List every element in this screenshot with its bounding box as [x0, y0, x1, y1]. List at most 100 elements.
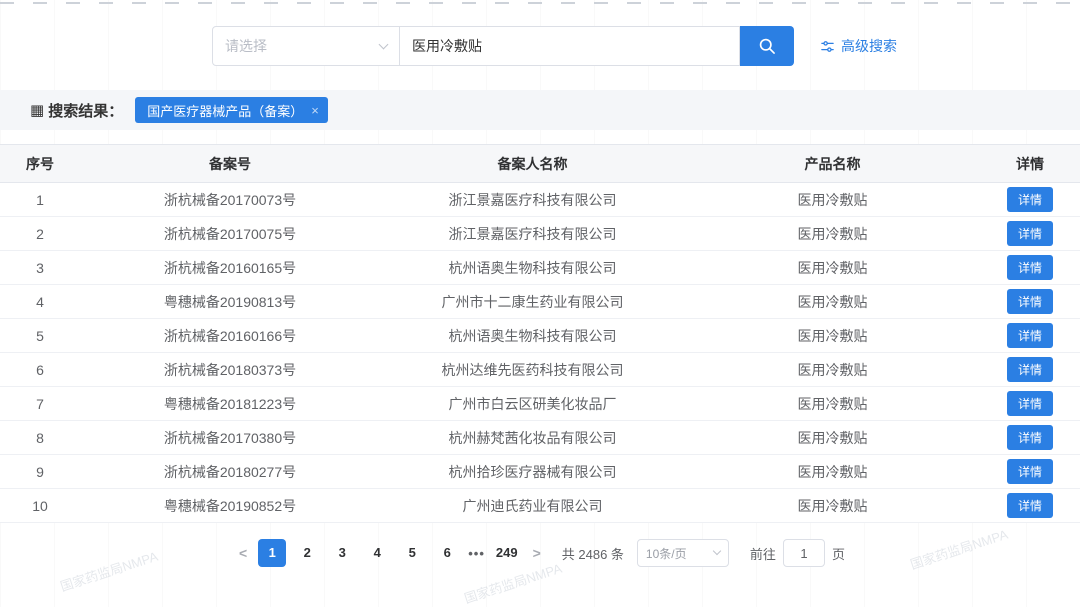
row-index: 2 — [0, 216, 80, 251]
table-row: 1 浙杭械备20170073号 浙江景嘉医疗科技有限公司 医用冷敷贴 详情 — [0, 182, 1080, 217]
row-index: 9 — [0, 454, 80, 489]
page-size-select[interactable]: 10条/页 — [636, 539, 729, 567]
detail-button[interactable]: 详情 — [1006, 459, 1053, 484]
goto-page: 前往 页 — [750, 539, 845, 567]
row-index: 5 — [0, 318, 80, 353]
record-number: 浙杭械备20180373号 — [80, 352, 380, 387]
detail-button[interactable]: 详情 — [1006, 289, 1053, 314]
category-select[interactable]: 请选择 — [212, 26, 400, 66]
detail-button[interactable]: 详情 — [1006, 357, 1053, 382]
table-header-row: 序号 备案号 备案人名称 产品名称 详情 — [0, 144, 1080, 183]
search-icon — [757, 36, 777, 56]
advanced-search-link[interactable]: 高级搜索 — [820, 36, 897, 56]
search-results-bar: ▦ 搜索结果： 国产医疗器械产品（备案） × — [0, 90, 1080, 130]
detail-button[interactable]: 详情 — [1006, 425, 1053, 450]
page-size-value: 10条/页 — [645, 546, 687, 561]
advanced-search-label: 高级搜索 — [841, 38, 897, 54]
product-name: 医用冷敷贴 — [685, 488, 980, 523]
detail-cell: 详情 — [980, 454, 1080, 489]
filter-sliders-icon — [820, 39, 835, 54]
detail-button[interactable]: 详情 — [1006, 221, 1053, 246]
row-index: 7 — [0, 386, 80, 421]
pagination-ellipsis[interactable]: ••• — [468, 546, 485, 561]
page-button-2[interactable]: 2 — [293, 539, 321, 567]
record-number: 浙杭械备20160166号 — [80, 318, 380, 353]
page-number-list: 123456 — [258, 539, 461, 567]
next-page-button[interactable]: > — [529, 545, 545, 561]
table-row: 2 浙杭械备20170075号 浙江景嘉医疗科技有限公司 医用冷敷贴 详情 — [0, 216, 1080, 251]
page-button-1[interactable]: 1 — [258, 539, 287, 567]
product-name: 医用冷敷贴 — [685, 250, 980, 285]
table-row: 8 浙杭械备20170380号 杭州赫梵茜化妆品有限公司 医用冷敷贴 详情 — [0, 420, 1080, 455]
product-name: 医用冷敷贴 — [685, 420, 980, 455]
category-select-placeholder: 请选择 — [225, 38, 267, 54]
chevron-down-icon — [712, 546, 722, 556]
goto-prefix-label: 前往 — [749, 546, 776, 562]
goto-suffix-label: 页 — [831, 546, 845, 562]
filter-tag-label: 国产医疗器械产品（备案） — [147, 103, 304, 119]
record-number: 浙杭械备20170073号 — [80, 182, 380, 217]
detail-cell: 详情 — [980, 182, 1080, 217]
detail-button[interactable]: 详情 — [1006, 493, 1053, 518]
table-row: 4 粤穗械备20190813号 广州市十二康生药业有限公司 医用冷敷贴 详情 — [0, 284, 1080, 319]
page-button-6[interactable]: 6 — [433, 539, 461, 567]
company-name: 浙江景嘉医疗科技有限公司 — [380, 216, 685, 251]
table-row: 10 粤穗械备20190852号 广州迪氏药业有限公司 医用冷敷贴 详情 — [0, 488, 1080, 523]
product-name: 医用冷敷贴 — [685, 216, 980, 251]
goto-page-input[interactable] — [782, 539, 825, 567]
row-index: 1 — [0, 182, 80, 217]
detail-cell: 详情 — [980, 352, 1080, 387]
company-name: 杭州语奥生物科技有限公司 — [380, 318, 685, 353]
row-index: 3 — [0, 250, 80, 285]
header-index: 序号 — [0, 144, 80, 183]
page-button-3[interactable]: 3 — [328, 539, 356, 567]
product-name: 医用冷敷贴 — [685, 182, 980, 217]
grid-icon: ▦ — [30, 102, 45, 119]
company-name: 杭州达维先医药科技有限公司 — [380, 352, 685, 387]
page-button-5[interactable]: 5 — [398, 539, 426, 567]
row-index: 8 — [0, 420, 80, 455]
product-name: 医用冷敷贴 — [685, 352, 980, 387]
row-index: 10 — [0, 488, 80, 523]
header-record-number: 备案号 — [80, 144, 380, 183]
company-name: 浙江景嘉医疗科技有限公司 — [380, 182, 685, 217]
detail-cell: 详情 — [980, 488, 1080, 523]
prev-page-button[interactable]: < — [235, 545, 251, 561]
detail-cell: 详情 — [980, 318, 1080, 353]
detail-button[interactable]: 详情 — [1006, 255, 1053, 280]
record-number: 浙杭械备20160165号 — [80, 250, 380, 285]
row-index: 4 — [0, 284, 80, 319]
detail-button[interactable]: 详情 — [1006, 187, 1053, 212]
detail-cell: 详情 — [980, 386, 1080, 421]
record-number: 粤穗械备20190852号 — [80, 488, 380, 523]
detail-cell: 详情 — [980, 420, 1080, 455]
total-count-label: 共 2486 条 — [561, 546, 624, 562]
product-name: 医用冷敷贴 — [685, 454, 980, 489]
search-input[interactable] — [400, 26, 740, 66]
company-name: 杭州赫梵茜化妆品有限公司 — [380, 420, 685, 455]
record-number: 粤穗械备20181223号 — [80, 386, 380, 421]
search-bar: 请选择 高级搜索 — [212, 26, 1080, 66]
page-button-4[interactable]: 4 — [363, 539, 391, 567]
record-number: 浙杭械备20170380号 — [80, 420, 380, 455]
header-company-name: 备案人名称 — [380, 144, 685, 183]
product-name: 医用冷敷贴 — [685, 386, 980, 421]
header-detail: 详情 — [980, 144, 1080, 183]
product-name: 医用冷敷贴 — [685, 284, 980, 319]
record-number: 浙杭械备20170075号 — [80, 216, 380, 251]
results-label: 搜索结果： — [48, 102, 124, 120]
product-name: 医用冷敷贴 — [685, 318, 980, 353]
filter-tag[interactable]: 国产医疗器械产品（备案） × — [135, 97, 328, 123]
detail-button[interactable]: 详情 — [1006, 391, 1053, 416]
company-name: 广州市白云区研美化妆品厂 — [380, 386, 685, 421]
detail-cell: 详情 — [980, 250, 1080, 285]
close-icon[interactable]: × — [311, 103, 319, 118]
company-name: 杭州语奥生物科技有限公司 — [380, 250, 685, 285]
search-button[interactable] — [740, 26, 794, 66]
table-row: 3 浙杭械备20160165号 杭州语奥生物科技有限公司 医用冷敷贴 详情 — [0, 250, 1080, 285]
pagination: < 123456 ••• 249 > 共 2486 条 10条/页 前往 页 — [0, 539, 1080, 567]
detail-button[interactable]: 详情 — [1006, 323, 1053, 348]
company-name: 广州市十二康生药业有限公司 — [380, 284, 685, 319]
page-button-last[interactable]: 249 — [492, 539, 522, 567]
record-number: 粤穗械备20190813号 — [80, 284, 380, 319]
